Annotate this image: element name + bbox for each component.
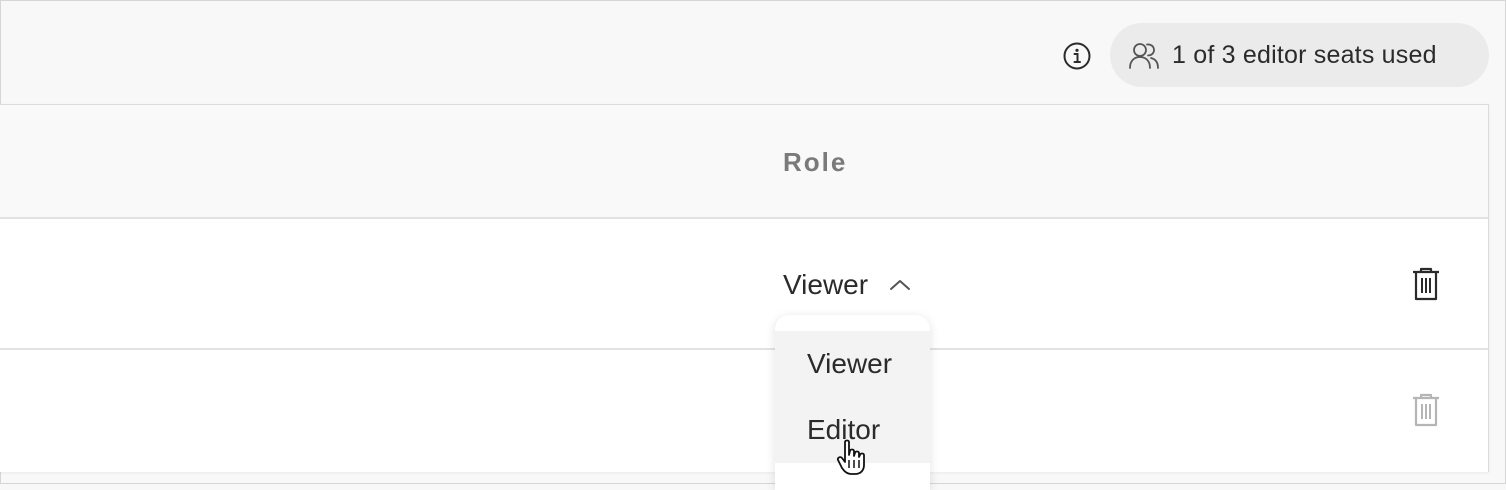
info-circle-icon[interactable] (1062, 41, 1092, 71)
dropdown-top (775, 315, 930, 331)
seats-label: 1 of 3 editor seats used (1172, 40, 1437, 69)
table-row (0, 350, 1488, 472)
members-table: Role Viewer (0, 104, 1489, 472)
chevron-up-icon (890, 280, 911, 290)
role-option-viewer[interactable]: Viewer (775, 331, 930, 397)
delete-member-icon[interactable] (1411, 267, 1441, 301)
app-window: 1 of 3 editor seats used Role Viewer Vie… (0, 0, 1506, 490)
editor-seats-badge[interactable]: 1 of 3 editor seats used (1110, 23, 1489, 87)
table-row: Viewer (0, 219, 1488, 350)
column-header-role: Role (783, 147, 848, 177)
delete-member-icon-disabled (1413, 393, 1439, 427)
role-select[interactable]: Viewer (783, 269, 912, 301)
users-icon (1129, 43, 1159, 69)
table-header: Role (0, 105, 1488, 219)
role-value: Viewer (783, 269, 869, 300)
hand-pointer-cursor-icon (836, 439, 865, 475)
